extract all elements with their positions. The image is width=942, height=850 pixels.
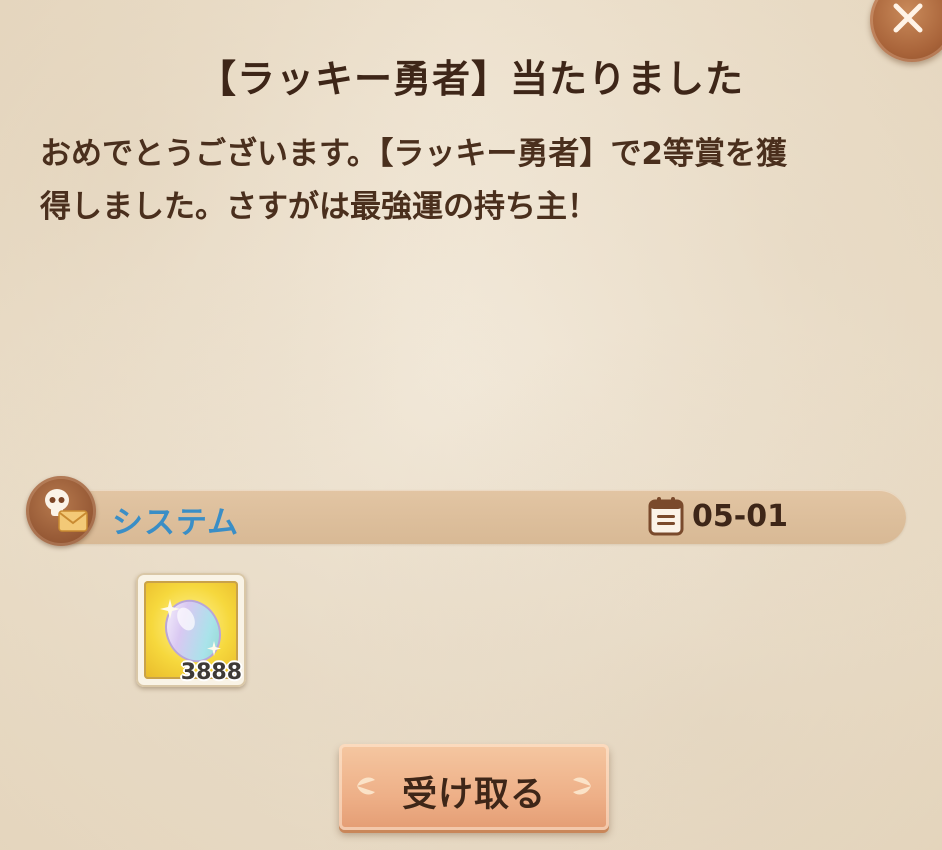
dialog-title: 【ラッキー勇者】当たりました bbox=[197, 57, 744, 101]
envelope-icon bbox=[58, 510, 88, 532]
sender-name: システム bbox=[112, 505, 240, 541]
sender-avatar bbox=[26, 476, 96, 546]
gem-icon bbox=[160, 599, 221, 663]
message-body: おめでとうございます。【ラッキー勇者】で2等賞を獲 得しました。さすがは最強運の… bbox=[40, 128, 910, 234]
calendar-icon bbox=[648, 497, 684, 536]
receive-button[interactable]: 受け取る bbox=[339, 744, 609, 830]
close-icon[interactable] bbox=[888, 0, 928, 38]
reward-count: 3888 bbox=[180, 660, 242, 685]
mail-date: 05-01 bbox=[692, 499, 788, 534]
message-line-1: おめでとうございます。【ラッキー勇者】で2等賞を獲 bbox=[40, 136, 787, 172]
mail-dialog: 【ラッキー勇者】当たりました おめでとうございます。【ラッキー勇者】で2等賞を獲… bbox=[0, 0, 942, 850]
message-line-2: 得しました。さすがは最強運の持ち主！ bbox=[40, 189, 598, 225]
reward-item[interactable]: 3888 bbox=[136, 573, 246, 687]
leaf-ornament-icon bbox=[573, 777, 591, 795]
